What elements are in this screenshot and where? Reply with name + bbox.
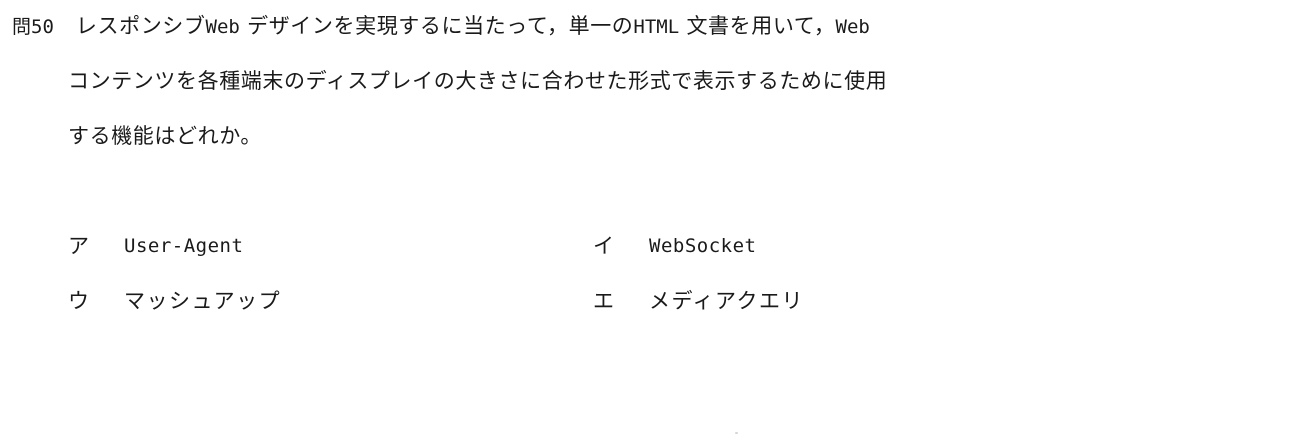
choice-label: WebSocket [649,235,757,257]
choice-label: User-Agent [124,235,244,257]
question-segment: レスポンシブ [75,14,206,38]
choice-mark: エ [593,289,615,313]
question-number: 問50 [12,16,54,38]
choice-e[interactable]: エ メディアクエリ [593,287,804,315]
question-segment: デザインを実現するに当たって，単一の [247,14,634,38]
choice-mark: ウ [68,289,90,313]
choice-row: ウ マッシュアップ エ メディアクエリ [68,287,1218,315]
choice-a[interactable]: ア User-Agent [68,232,593,260]
choice-label: マッシュアップ [124,289,282,313]
choice-mark: イ [593,234,615,258]
choice-u[interactable]: ウ マッシュアップ [68,287,593,315]
question-segment: 文書を用いて， [686,14,836,38]
question-line-3: する機能はどれか。 [68,124,262,148]
choice-label: メディアクエリ [649,289,804,313]
question-line-2: コンテンツを各種端末のディスプレイの大きさに合わせた形式で表示するために使用 [68,69,888,93]
question-segment: HTML [633,16,680,38]
answer-choices: ア User-Agent イ WebSocket ウ マッシュアップ エ メディ… [68,232,1218,342]
choice-row: ア User-Agent イ WebSocket [68,232,1218,260]
choice-mark: ア [68,234,90,258]
question-segment: Web [205,16,240,38]
choice-i[interactable]: イ WebSocket [593,232,756,260]
scan-speck [735,432,738,434]
question-line-1: 問50 レスポンシブWeb デザインを実現するに当たって，単一のHTML 文書を用… [12,12,1282,40]
question-text: 問50 レスポンシブWeb デザインを実現するに当たって，単一のHTML 文書を用… [12,12,1282,150]
question-segment: Web [835,16,870,38]
